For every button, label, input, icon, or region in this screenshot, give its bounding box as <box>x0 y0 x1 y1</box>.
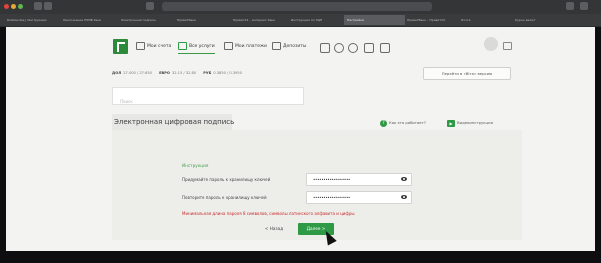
bottom-border <box>0 251 601 263</box>
browser-toolbar <box>0 0 601 14</box>
browser-tab[interactable]: ПриватБанк – Приват24 <box>404 15 459 25</box>
browser-chrome: RailsGuides | Инструкции Приложение ПУМБ… <box>0 0 601 27</box>
rate-eur: ЕВРО 32.15 / 32.80 <box>159 71 197 75</box>
browser-tab[interactable]: Электронная подпись <box>118 15 175 25</box>
eye-icon[interactable] <box>401 195 407 199</box>
nav-label: Мои платежи <box>235 44 267 49</box>
cart-icon[interactable] <box>380 43 390 53</box>
transfer-icon[interactable] <box>320 43 330 53</box>
tab-strip: RailsGuides | Инструкции Приложение ПУМБ… <box>0 14 601 26</box>
reload-icon[interactable] <box>146 2 154 10</box>
rate-usd: ДОЛ 27.000 / 27.650 <box>112 71 152 75</box>
how-it-works-link[interactable]: ? Как это работает? <box>380 119 426 127</box>
nav-all-services[interactable]: Все услуги <box>178 41 215 54</box>
cards-icon[interactable] <box>364 43 374 53</box>
browser-tab[interactable]: Приват24 – интернет-банк <box>230 15 289 25</box>
deposit-icon <box>272 41 281 50</box>
video-instruction-link[interactable]: ▶ Видеоинструкция <box>447 119 493 127</box>
password-value: •••••••••••••••••• <box>313 195 351 200</box>
eye-icon[interactable] <box>401 177 407 181</box>
payments-icon <box>224 41 233 50</box>
nav-my-accounts[interactable]: Мои счета <box>136 41 171 53</box>
maximize-window-icon[interactable] <box>18 4 23 9</box>
browser-tab[interactable]: Приложение ПУМБ банк <box>60 15 119 25</box>
logout-icon[interactable] <box>503 42 512 50</box>
browser-tab[interactable]: Почта <box>458 15 513 25</box>
page-content: Мои счета Все услуги Мои платежи Депозит… <box>6 27 595 251</box>
search-input[interactable] <box>118 93 302 110</box>
browser-tab-active[interactable]: Настройки <box>344 15 405 25</box>
password-requirements-warning: Минимальная длина пароля 8 символов, сим… <box>182 211 355 216</box>
menu-icon[interactable] <box>580 2 588 10</box>
page-title: Электронная цифровая подпись <box>112 114 234 130</box>
repeat-password-label: Повторите пароль к хранилищу ключей <box>182 195 267 200</box>
vita-version-button[interactable]: Перейти в «Віта» версию <box>423 67 511 80</box>
address-bar[interactable] <box>162 2 432 11</box>
nav-label: Все услуги <box>189 44 215 49</box>
video-icon: ▶ <box>447 119 455 127</box>
minimize-window-icon[interactable] <box>11 4 16 9</box>
password-label: Придумайте пароль к хранилищу ключей <box>182 177 271 182</box>
screen-frame: RailsGuides | Инструкции Приложение ПУМБ… <box>0 0 601 263</box>
wallet-icon <box>136 41 145 50</box>
close-window-icon[interactable] <box>4 4 9 9</box>
downloads-icon[interactable] <box>566 2 574 10</box>
search-box[interactable] <box>112 87 304 110</box>
vita-label: Перейти в «Віта» версию <box>441 71 493 76</box>
clock-icon[interactable] <box>348 43 358 53</box>
browser-tab[interactable]: RailsGuides | Инструкции <box>4 15 61 25</box>
privatbank-logo[interactable] <box>113 39 128 54</box>
browser-tab[interactable]: ПриватБанк <box>174 15 231 25</box>
browser-tab[interactable]: Курсы валют <box>512 15 567 25</box>
currency-rates: ДОЛ 27.000 / 27.650 ЕВРО 32.15 / 32.80 РУБ… <box>112 71 248 75</box>
browser-tab[interactable]: Инструкция по ЭЦП <box>288 15 345 25</box>
nav-label: Мои счета <box>147 44 172 49</box>
nav-label: Депозиты <box>283 44 307 49</box>
list-icon <box>178 41 187 50</box>
password-value: •••••••••••••••••• <box>313 177 351 182</box>
password-field[interactable]: •••••••••••••••••• <box>306 173 412 186</box>
instruction-link[interactable]: Инструкция <box>182 163 208 168</box>
back-arrow-icon[interactable] <box>34 2 42 10</box>
nav-my-payments[interactable]: Мои платежи <box>224 41 267 53</box>
back-button[interactable]: < Назад <box>257 223 291 234</box>
rate-rub: РУБ 0.3850 / 0.3950 <box>203 71 242 75</box>
settings-icon[interactable] <box>334 43 344 53</box>
avatar[interactable] <box>484 37 498 51</box>
question-icon: ? <box>380 119 387 127</box>
nav-deposits[interactable]: Депозиты <box>272 41 306 53</box>
forward-arrow-icon[interactable] <box>44 2 52 10</box>
repeat-password-field[interactable]: •••••••••••••••••• <box>306 191 412 204</box>
